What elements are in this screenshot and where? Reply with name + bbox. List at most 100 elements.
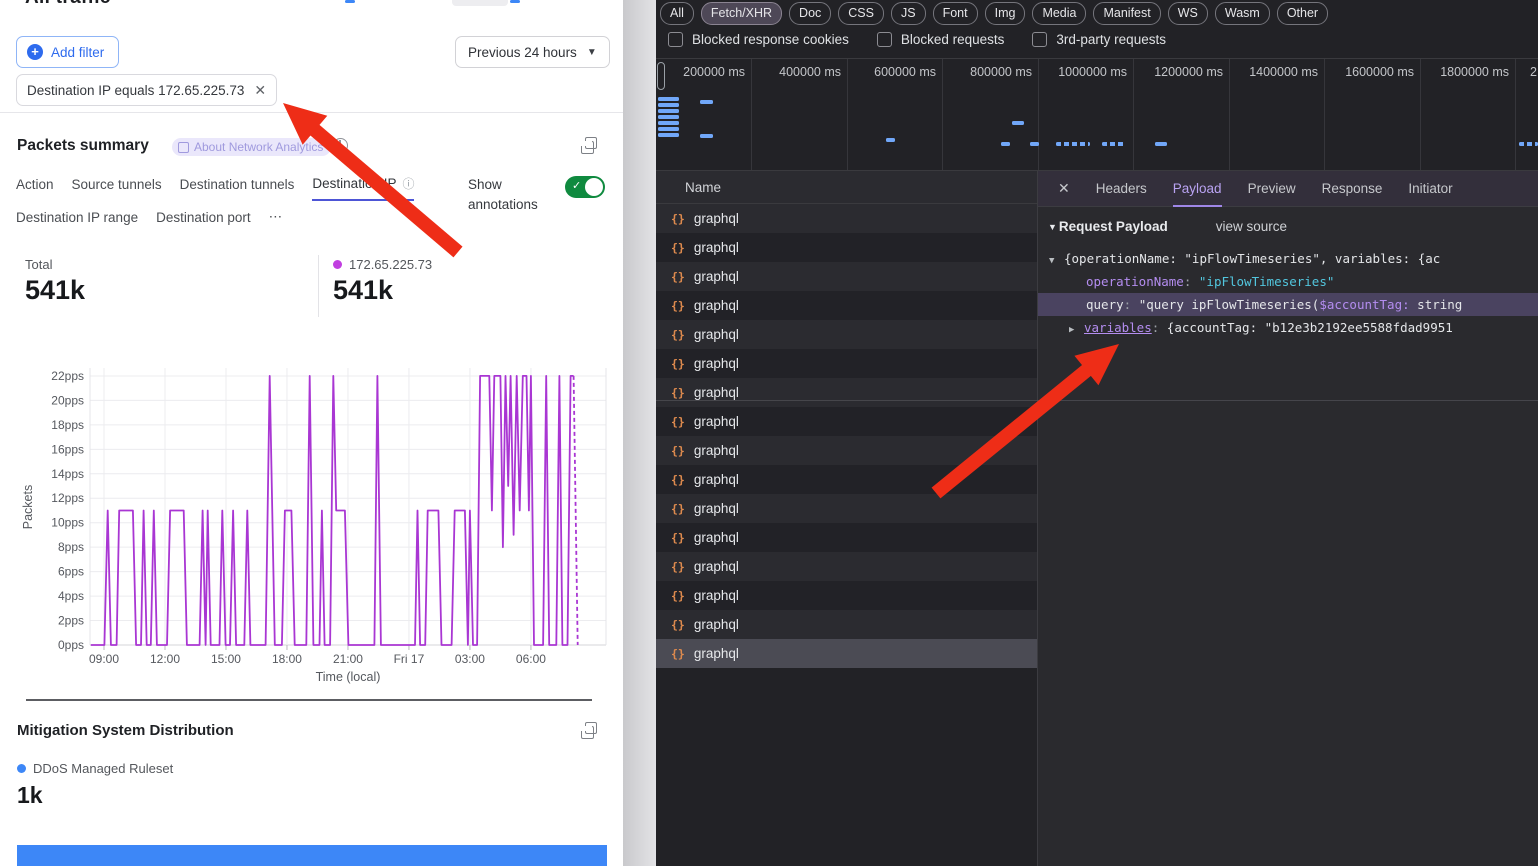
request-name: graphql	[694, 356, 739, 371]
filter-pill-manifest[interactable]: Manifest	[1093, 2, 1160, 25]
filter-pill-ws[interactable]: WS	[1168, 2, 1208, 25]
request-row[interactable]: {}graphql	[656, 291, 1037, 320]
json-braces-icon: {}	[671, 560, 685, 574]
request-row[interactable]: {}graphql	[656, 407, 1037, 436]
payload-token: :	[1184, 274, 1199, 289]
request-name: graphql	[694, 327, 739, 342]
disclosure-down-icon[interactable]: ▼	[1049, 250, 1064, 270]
request-detail-panel: ✕ Headers Payload Preview Response Initiator…	[1038, 171, 1538, 866]
filter-pill-fetchxhr[interactable]: Fetch/XHR	[701, 2, 782, 25]
expand-icon[interactable]	[581, 141, 594, 154]
tab-label: Destination tunnels	[180, 177, 295, 192]
request-row[interactable]: {}graphql	[656, 378, 1037, 407]
detail-tab-response[interactable]: Response	[1322, 171, 1383, 207]
waterfall-request-mark	[886, 138, 895, 142]
checkbox-blocked-response-cookies[interactable]: Blocked response cookies	[668, 32, 849, 47]
request-row[interactable]: {}graphql	[656, 320, 1037, 349]
name-column-header[interactable]: Name	[656, 171, 1037, 204]
expand-icon[interactable]	[581, 726, 594, 739]
stat-divider	[318, 255, 319, 317]
request-payload-header[interactable]: ▼ Request Payload view source	[1048, 219, 1287, 234]
close-icon[interactable]: ✕	[254, 82, 266, 99]
detail-tab-payload[interactable]: Payload	[1173, 171, 1222, 207]
stat-ip-label-row: 172.65.225.73	[333, 257, 432, 272]
detail-tab-preview[interactable]: Preview	[1248, 171, 1296, 207]
filter-pill-media[interactable]: Media	[1032, 2, 1086, 25]
payload-token: "ipFlowTimeseries"	[1199, 274, 1334, 289]
request-row[interactable]: {}graphql	[656, 465, 1037, 494]
request-row[interactable]: {}graphql	[656, 523, 1037, 552]
json-braces-icon: {}	[671, 473, 685, 487]
filter-pill-img[interactable]: Img	[985, 2, 1026, 25]
filter-pill-wasm[interactable]: Wasm	[1215, 2, 1270, 25]
json-braces-icon: {}	[671, 415, 685, 429]
request-row[interactable]: {}graphql	[656, 552, 1037, 581]
request-row[interactable]: {} graphql	[656, 262, 1037, 291]
ruler-divider	[1324, 59, 1325, 170]
disclosure-right-icon[interactable]: ▶	[1069, 319, 1084, 339]
request-name: graphql	[694, 240, 739, 255]
waterfall-request-mark	[658, 97, 679, 101]
ruler-divider	[1133, 59, 1134, 170]
request-row[interactable]: {}graphql	[656, 233, 1037, 262]
payload-token: operationName	[1086, 274, 1184, 289]
filter-pill-css[interactable]: CSS	[838, 2, 884, 25]
payload-line[interactable]: operationName: "ipFlowTimeseries"	[1038, 270, 1538, 293]
request-row[interactable]: {}graphql	[656, 204, 1037, 233]
filter-pill-doc[interactable]: Doc	[789, 2, 831, 25]
filter-pill-other[interactable]: Other	[1277, 2, 1328, 25]
payload-line[interactable]: ▶variables: {accountTag: "b12e3b2192ee55…	[1038, 316, 1538, 339]
json-braces-icon: {}	[671, 270, 685, 284]
filter-pill-all[interactable]: All	[660, 2, 694, 25]
request-row[interactable]: {}graphql	[656, 639, 1037, 668]
payload-line[interactable]: query: "query ipFlowTimeseries($accountT…	[1038, 293, 1538, 316]
time-range-label: Previous 24 hours	[468, 45, 577, 60]
close-icon[interactable]: ✕	[1058, 180, 1070, 197]
request-row[interactable]: {}graphql	[656, 494, 1037, 523]
request-row[interactable]: {}graphql	[656, 610, 1037, 639]
clock-icon	[333, 138, 348, 153]
tab-destination-ip[interactable]: Destination IPⓘ	[312, 175, 414, 201]
tab-action[interactable]: Action	[16, 175, 54, 201]
detail-tab-initiator[interactable]: Initiator	[1408, 171, 1452, 207]
payload-line[interactable]: ▼{operationName: "ipFlowTimeseries", var…	[1038, 247, 1538, 270]
request-name: graphql	[694, 269, 739, 284]
request-name: graphql	[694, 298, 739, 313]
filter-pill-js[interactable]: JS	[891, 2, 926, 25]
request-row[interactable]: {}graphql	[656, 349, 1037, 378]
checkbox-box	[668, 32, 683, 47]
request-row[interactable]: {}graphql	[656, 436, 1037, 465]
ruler-label: 1800000 ms	[1440, 65, 1509, 79]
json-braces-icon: {}	[671, 212, 685, 226]
annotations-toggle[interactable]: ✓	[565, 176, 605, 198]
waterfall-request-mark	[700, 134, 713, 138]
filter-pill-font[interactable]: Font	[933, 2, 978, 25]
tab-destination-tunnels[interactable]: Destination tunnels	[180, 175, 295, 201]
tab-source-tunnels[interactable]: Source tunnels	[72, 175, 162, 201]
checkbox-box	[1032, 32, 1047, 47]
ruler-label: 200000 ms	[683, 65, 745, 79]
request-row[interactable]: {}graphql	[656, 581, 1037, 610]
json-braces-icon: {}	[671, 502, 685, 516]
detail-tab-headers[interactable]: Headers	[1096, 171, 1147, 207]
checkbox-3rd-party-requests[interactable]: 3rd-party requests	[1032, 32, 1166, 47]
tab-destination-port[interactable]: Destination port	[156, 209, 251, 232]
json-braces-icon: {}	[671, 444, 685, 458]
filter-chip[interactable]: Destination IP equals 172.65.225.73 ✕	[16, 74, 277, 106]
screenshot-seam	[26, 699, 592, 701]
waterfall-request-mark	[1102, 142, 1124, 146]
section-divider	[0, 112, 623, 113]
tab-destination-ip-range[interactable]: Destination IP range	[16, 209, 138, 232]
checkbox-label: 3rd-party requests	[1056, 32, 1166, 47]
ruler-label: 1000000 ms	[1058, 65, 1127, 79]
summary-tabs-row2: Destination IP range Destination port ⋯	[16, 209, 282, 232]
ruler-divider	[1038, 59, 1039, 170]
view-source-link[interactable]: view source	[1216, 219, 1287, 234]
checkbox-blocked-requests[interactable]: Blocked requests	[877, 32, 1005, 47]
add-filter-button[interactable]: + Add filter	[16, 36, 119, 68]
checkbox-box	[877, 32, 892, 47]
network-overview-waterfall[interactable]: 200000 ms400000 ms600000 ms800000 ms1000…	[656, 59, 1538, 170]
time-range-dropdown[interactable]: Previous 24 hours ▼	[455, 36, 610, 68]
about-network-analytics-badge[interactable]: About Network Analytics	[172, 138, 331, 156]
tab-overflow[interactable]: ⋯	[269, 209, 283, 232]
